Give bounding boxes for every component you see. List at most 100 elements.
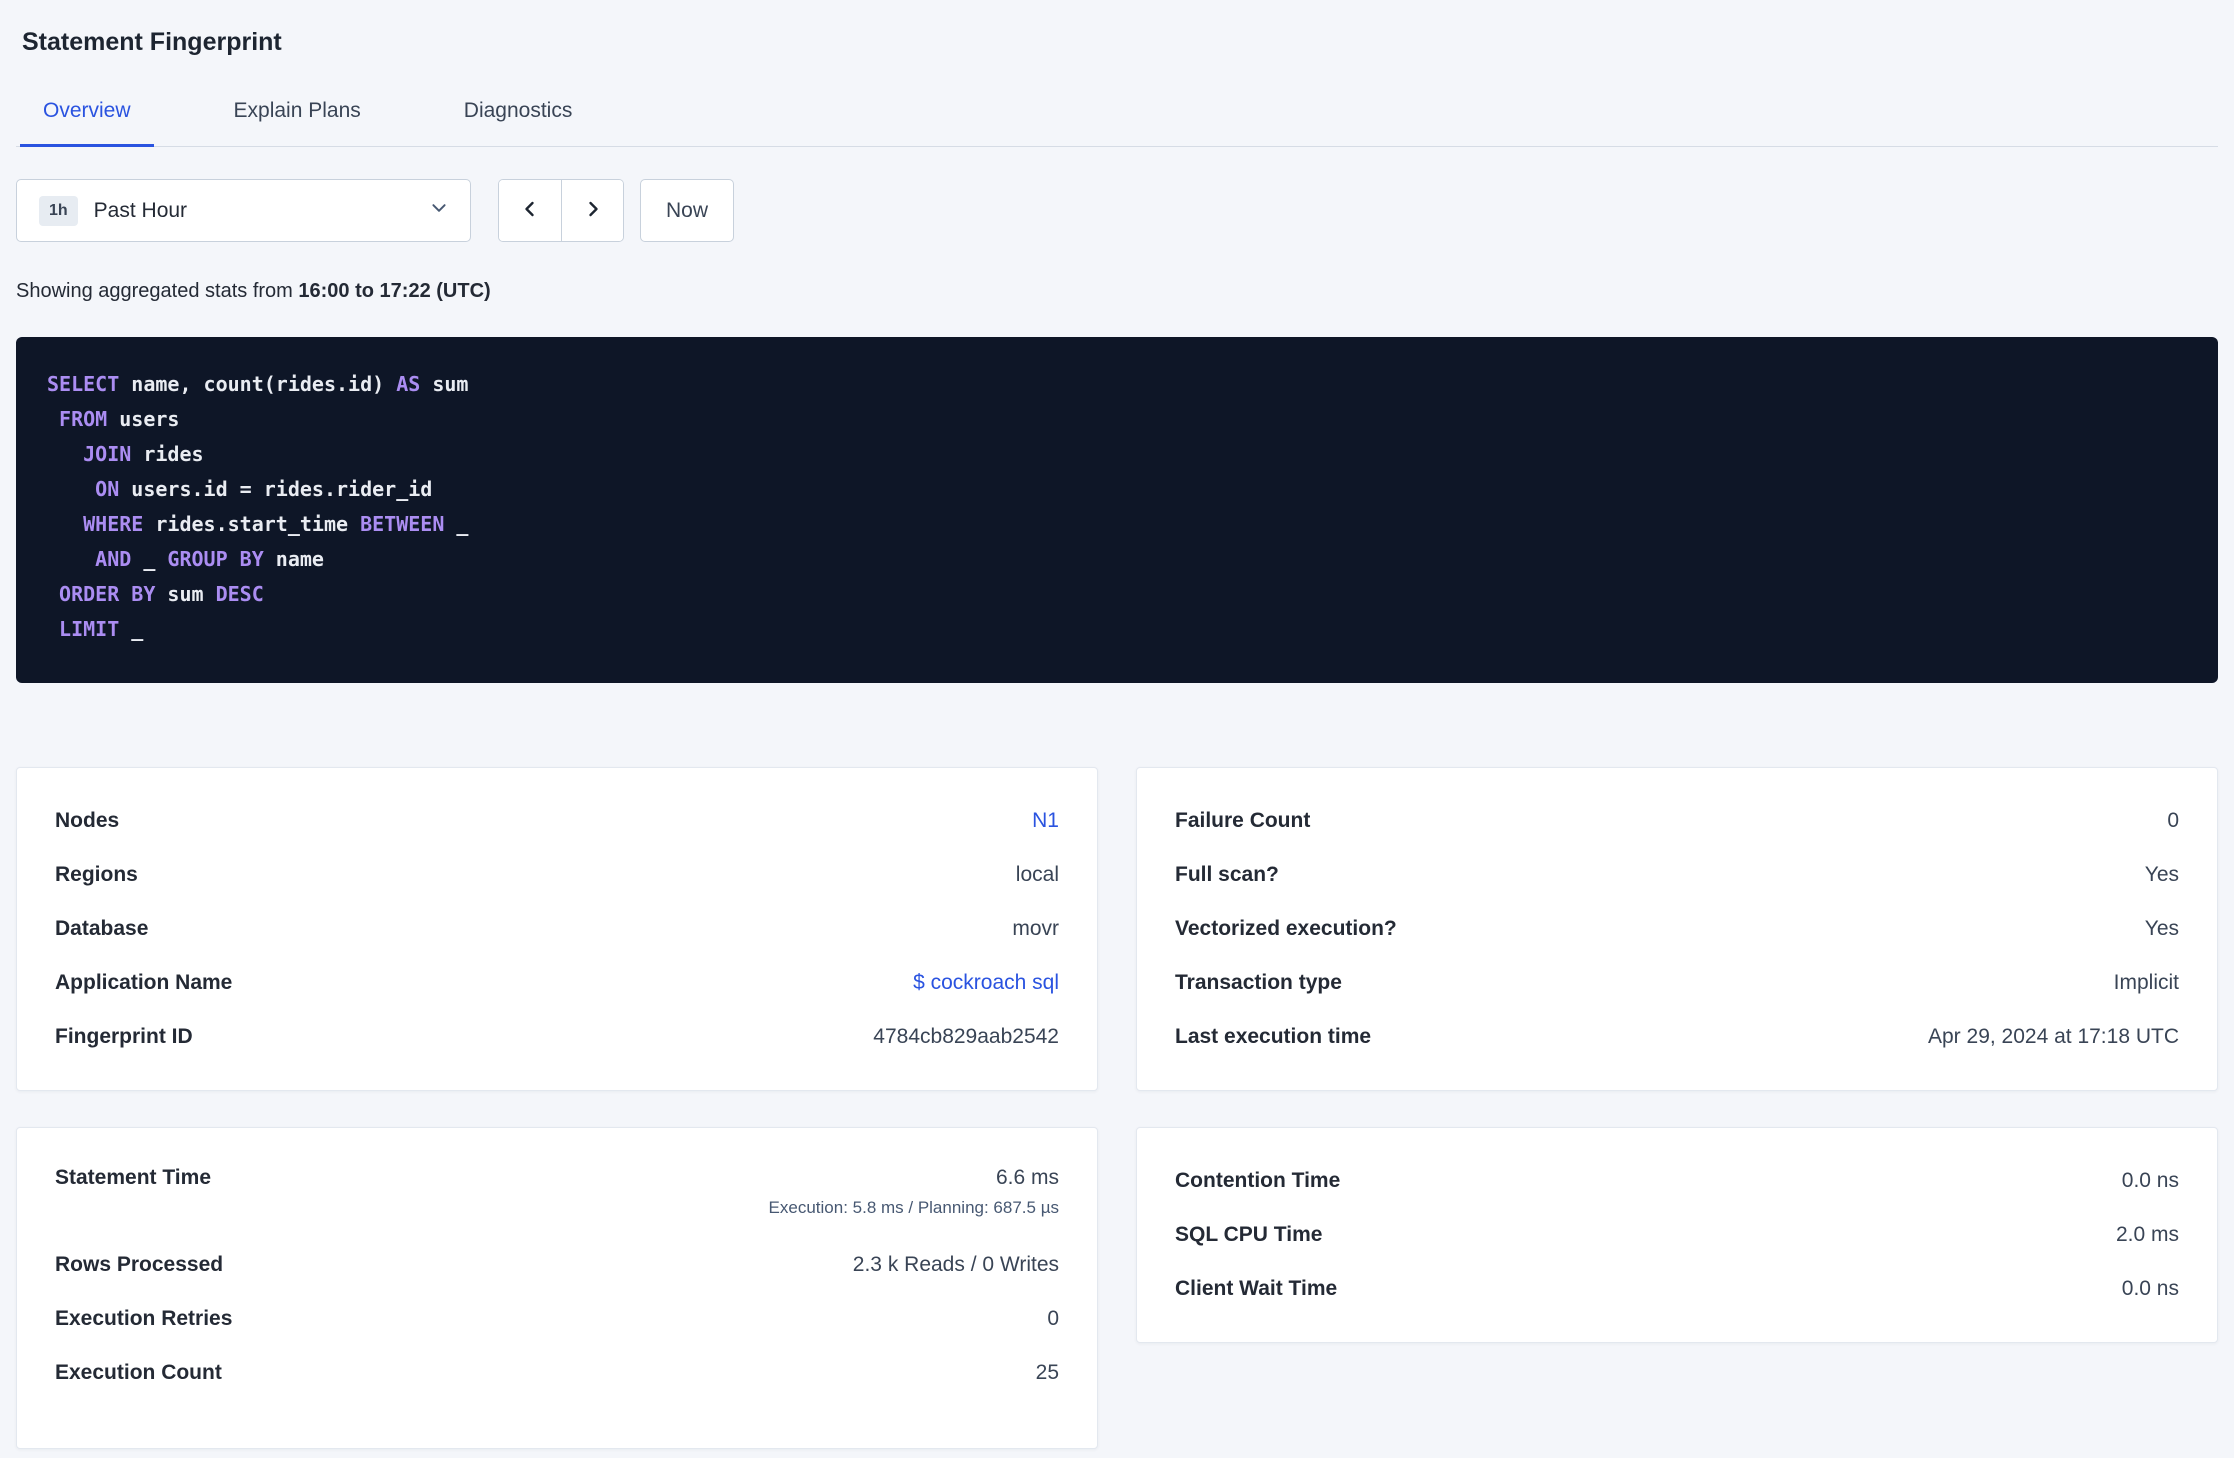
row-value: 0.0 ns	[2121, 1277, 2179, 1300]
sql-line: FROM users	[47, 402, 2187, 437]
wait-time-card: Contention Time 0.0 ns SQL CPU Time 2.0 …	[1136, 1127, 2218, 1343]
sql-text-token: name	[263, 547, 324, 571]
sql-line: LIMIT _	[47, 612, 2187, 647]
interval-badge: 1h	[39, 195, 78, 226]
now-button[interactable]: Now	[640, 179, 734, 242]
row-label: SQL CPU Time	[1175, 1223, 1323, 1246]
sql-keyword-token: FROM	[59, 407, 108, 431]
detail-row-last-execution-time: Last execution time Apr 29, 2024 at 17:1…	[1175, 1010, 2179, 1064]
row-value: 0	[1047, 1307, 1059, 1330]
detail-row-fingerprint-id: Fingerprint ID 4784cb829aab2542	[55, 1010, 1059, 1064]
detail-row-application-name: Application Name $ cockroach sql	[55, 956, 1059, 1010]
sql-keyword-token: ORDER BY	[59, 582, 156, 606]
row-label: Statement Time	[55, 1166, 211, 1189]
row-label: Failure Count	[1175, 809, 1311, 832]
sql-text-token: rides.start_time	[143, 512, 361, 536]
row-value: Apr 29, 2024 at 17:18 UTC	[1928, 1025, 2179, 1048]
row-value: 25	[1035, 1361, 1059, 1384]
sql-keyword-token: ON	[95, 477, 120, 501]
row-value: 4784cb829aab2542	[873, 1025, 1059, 1048]
sql-keyword-token: AND	[95, 547, 132, 571]
sql-keyword-token: GROUP BY	[167, 547, 264, 571]
sql-text-token: _	[444, 512, 469, 536]
row-value: local	[1015, 863, 1059, 886]
sql-text-token	[47, 582, 59, 606]
sql-text-token	[47, 512, 83, 536]
sql-line: SELECT name, count(rides.id) AS sum	[47, 367, 2187, 402]
stats-caption-prefix: Showing aggregated stats from	[16, 280, 299, 302]
row-label: Execution Retries	[55, 1307, 233, 1330]
time-step-group	[498, 179, 624, 242]
sql-code: SELECT name, count(rides.id) AS sum FROM…	[47, 367, 2187, 647]
row-value: Implicit	[2113, 971, 2179, 994]
detail-row-database: Database movr	[55, 902, 1059, 956]
tab-explain-plans[interactable]: Explain Plans	[211, 79, 384, 146]
row-value: movr	[1012, 917, 1059, 940]
next-time-button[interactable]	[561, 180, 623, 241]
timing-row-execution-count: Execution Count 25	[55, 1346, 1059, 1400]
row-label: Regions	[55, 863, 138, 886]
sql-text-token: name, count(rides.id)	[119, 372, 397, 396]
row-label: Contention Time	[1175, 1169, 1341, 1192]
chevron-down-icon	[430, 199, 448, 222]
sql-keyword-token: WHERE	[83, 512, 144, 536]
sql-keyword-token: AS	[396, 372, 421, 396]
sql-keyword-token: DESC	[215, 582, 264, 606]
chevron-right-icon	[583, 199, 603, 222]
sql-text-token	[47, 442, 83, 466]
row-label: Application Name	[55, 971, 233, 994]
sql-text-token: rides	[131, 442, 204, 466]
stats-caption-range: 16:00 to 17:22 (UTC)	[298, 280, 491, 302]
sql-text-token: _	[131, 547, 168, 571]
stats-caption: Showing aggregated stats from 16:00 to 1…	[16, 280, 2218, 303]
tab-overview[interactable]: Overview	[20, 79, 154, 147]
statement-details-card: Nodes N1 Regions local Database movr App…	[16, 767, 1098, 1091]
row-value: Yes	[2144, 863, 2179, 886]
timing-row-contention-time: Contention Time 0.0 ns	[1175, 1154, 2179, 1208]
app-name-link[interactable]: $ cockroach sql	[913, 971, 1059, 995]
timing-cards-row: Statement Time 6.6 ms Execution: 5.8 ms …	[16, 1127, 2218, 1449]
sql-keyword-token: SELECT	[47, 372, 120, 396]
sql-text-token: users.id = rides.rider_id	[119, 477, 433, 501]
tab-bar: Overview Explain Plans Diagnostics	[16, 79, 2218, 147]
sql-text-token	[47, 407, 59, 431]
sql-text-token: _	[119, 617, 144, 641]
detail-row-failure-count: Failure Count 0	[1175, 794, 2179, 848]
sql-keyword-token: JOIN	[83, 442, 132, 466]
sql-text-token: users	[107, 407, 180, 431]
time-interval-dropdown[interactable]: 1h Past Hour	[16, 179, 471, 242]
row-label: Vectorized execution?	[1175, 917, 1397, 940]
prev-time-button[interactable]	[499, 180, 561, 241]
row-label: Full scan?	[1175, 863, 1279, 886]
sql-statement-box: SELECT name, count(rides.id) AS sum FROM…	[16, 337, 2218, 683]
sql-text-token: sum	[420, 372, 469, 396]
timing-row-execution-retries: Execution Retries 0	[55, 1292, 1059, 1346]
timing-row-rows-processed: Rows Processed 2.3 k Reads / 0 Writes	[55, 1238, 1059, 1292]
detail-row-full-scan: Full scan? Yes	[1175, 848, 2179, 902]
statement-timing-card: Statement Time 6.6 ms Execution: 5.8 ms …	[16, 1127, 1098, 1449]
row-label: Execution Count	[55, 1361, 222, 1384]
sql-line: ON users.id = rides.rider_id	[47, 472, 2187, 507]
statement-time-values: 6.6 ms Execution: 5.8 ms / Planning: 687…	[769, 1166, 1059, 1218]
execution-attributes-card: Failure Count 0 Full scan? Yes Vectorize…	[1136, 767, 2218, 1091]
nodes-link[interactable]: N1	[1032, 809, 1059, 833]
row-label: Database	[55, 917, 149, 940]
row-value: 0.0 ns	[2121, 1169, 2179, 1192]
time-controls: 1h Past Hour Now	[16, 179, 2218, 242]
sql-keyword-token: LIMIT	[59, 617, 120, 641]
timing-row-sql-cpu-time: SQL CPU Time 2.0 ms	[1175, 1208, 2179, 1262]
chevron-left-icon	[520, 199, 540, 222]
row-label: Last execution time	[1175, 1025, 1372, 1048]
sql-text-token: sum	[155, 582, 216, 606]
row-label: Rows Processed	[55, 1253, 224, 1276]
row-label: Fingerprint ID	[55, 1025, 193, 1048]
sql-line: JOIN rides	[47, 437, 2187, 472]
row-value: 6.6 ms	[995, 1166, 1059, 1189]
details-cards-row: Nodes N1 Regions local Database movr App…	[16, 767, 2218, 1091]
sql-line: WHERE rides.start_time BETWEEN _	[47, 507, 2187, 542]
tab-diagnostics[interactable]: Diagnostics	[441, 79, 596, 146]
page-title: Statement Fingerprint	[22, 28, 282, 56]
sql-text-token	[47, 547, 95, 571]
row-label: Nodes	[55, 809, 120, 832]
row-label: Client Wait Time	[1175, 1277, 1338, 1300]
